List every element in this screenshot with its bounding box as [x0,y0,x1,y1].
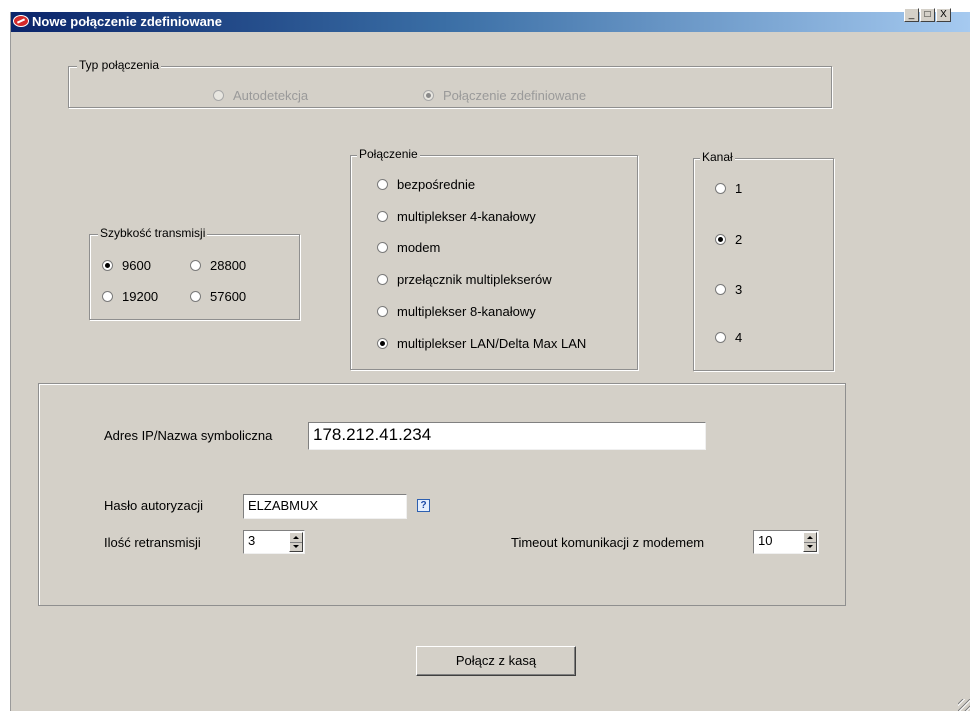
radio-indicator [102,260,113,271]
radio-indicator [715,234,726,245]
ip-address-label: Adres IP/Nazwa symboliczna [104,428,273,443]
retransmissions-label: Ilość retransmisji [104,535,201,550]
radio-label: 3 [735,282,743,297]
radio-indicator [377,274,388,285]
radio-channel-2[interactable]: 2 [715,232,742,247]
radio-multiplexer-8ch[interactable]: multiplekser 8-kanałowy [377,304,536,319]
radio-indicator [423,90,434,101]
help-icon[interactable]: ? [417,499,430,512]
radio-label: Autodetekcja [233,88,309,103]
window-title: Nowe połączenie zdefiniowane [32,14,222,29]
radio-label: 19200 [122,289,159,304]
radio-label: 1 [735,181,743,196]
radio-speed-28800[interactable]: 28800 [190,258,246,273]
radio-channel-1[interactable]: 1 [715,181,742,196]
password-label: Hasło autoryzacji [104,498,203,513]
settings-panel [38,383,846,606]
spinner-arrows-icon[interactable] [803,532,817,552]
radio-indicator [190,291,201,302]
radio-indicator [102,291,113,302]
radio-multiplexer-lan[interactable]: multiplekser LAN/Delta Max LAN [377,336,586,351]
timeout-label: Timeout komunikacji z modemem [511,535,705,550]
speed-legend: Szybkość transmisji [98,226,208,240]
radio-label: Połączenie zdefiniowane [443,88,587,103]
title-bar[interactable]: Nowe połączenie zdefiniowane [11,12,970,32]
radio-label: 57600 [210,289,247,304]
radio-label: 28800 [210,258,247,273]
channel-legend: Kanał [700,150,735,164]
connect-button[interactable]: Połącz z kasą [416,646,576,676]
radio-direct[interactable]: bezpośrednie [377,177,475,192]
radio-label: 2 [735,232,743,247]
radio-indicator [190,260,201,271]
radio-defined-connection[interactable]: Połączenie zdefiniowane [423,88,586,103]
timeout-spinner[interactable]: 10 [753,530,819,554]
radio-channel-4[interactable]: 4 [715,330,742,345]
radio-label: przełącznik multiplekserów [397,272,552,287]
radio-label: multiplekser 4-kanałowy [397,209,536,224]
radio-indicator [377,242,388,253]
connection-type-legend: Typ połączenia [77,58,162,72]
password-input[interactable]: ELZABMUX [243,494,407,519]
radio-indicator [377,211,388,222]
radio-modem[interactable]: modem [377,240,440,255]
radio-speed-57600[interactable]: 57600 [190,289,246,304]
radio-indicator [377,338,388,349]
ip-address-input[interactable]: 178.212.41.234 [308,422,706,450]
radio-indicator [715,284,726,295]
radio-indicator [377,179,388,190]
resize-grip-icon[interactable] [958,699,970,711]
close-button[interactable]: X [936,8,951,22]
radio-label: multiplekser 8-kanałowy [397,304,536,319]
timeout-value: 10 [758,533,773,548]
radio-indicator [213,90,224,101]
radio-label: 4 [735,330,743,345]
radio-speed-9600[interactable]: 9600 [102,258,151,273]
minimize-button[interactable]: _ [904,8,919,22]
connection-legend: Połączenie [357,147,420,161]
radio-label: bezpośrednie [397,177,476,192]
radio-label: multiplekser LAN/Delta Max LAN [397,336,587,351]
radio-speed-19200[interactable]: 19200 [102,289,158,304]
retransmissions-spinner[interactable]: 3 [243,530,305,554]
radio-indicator [377,306,388,317]
retransmissions-value: 3 [248,533,256,548]
radio-multiplexer-switch[interactable]: przełącznik multiplekserów [377,272,552,287]
radio-indicator [715,332,726,343]
radio-multiplexer-4ch[interactable]: multiplekser 4-kanałowy [377,209,536,224]
app-icon [13,15,29,27]
spinner-arrows-icon[interactable] [289,532,303,552]
radio-channel-3[interactable]: 3 [715,282,742,297]
radio-label: modem [397,240,441,255]
speed-group: Szybkość transmisji [89,226,300,320]
radio-label: 9600 [122,258,151,273]
maximize-button[interactable]: □ [920,8,935,22]
radio-indicator [715,183,726,194]
radio-autodetection[interactable]: Autodetekcja [213,88,308,103]
